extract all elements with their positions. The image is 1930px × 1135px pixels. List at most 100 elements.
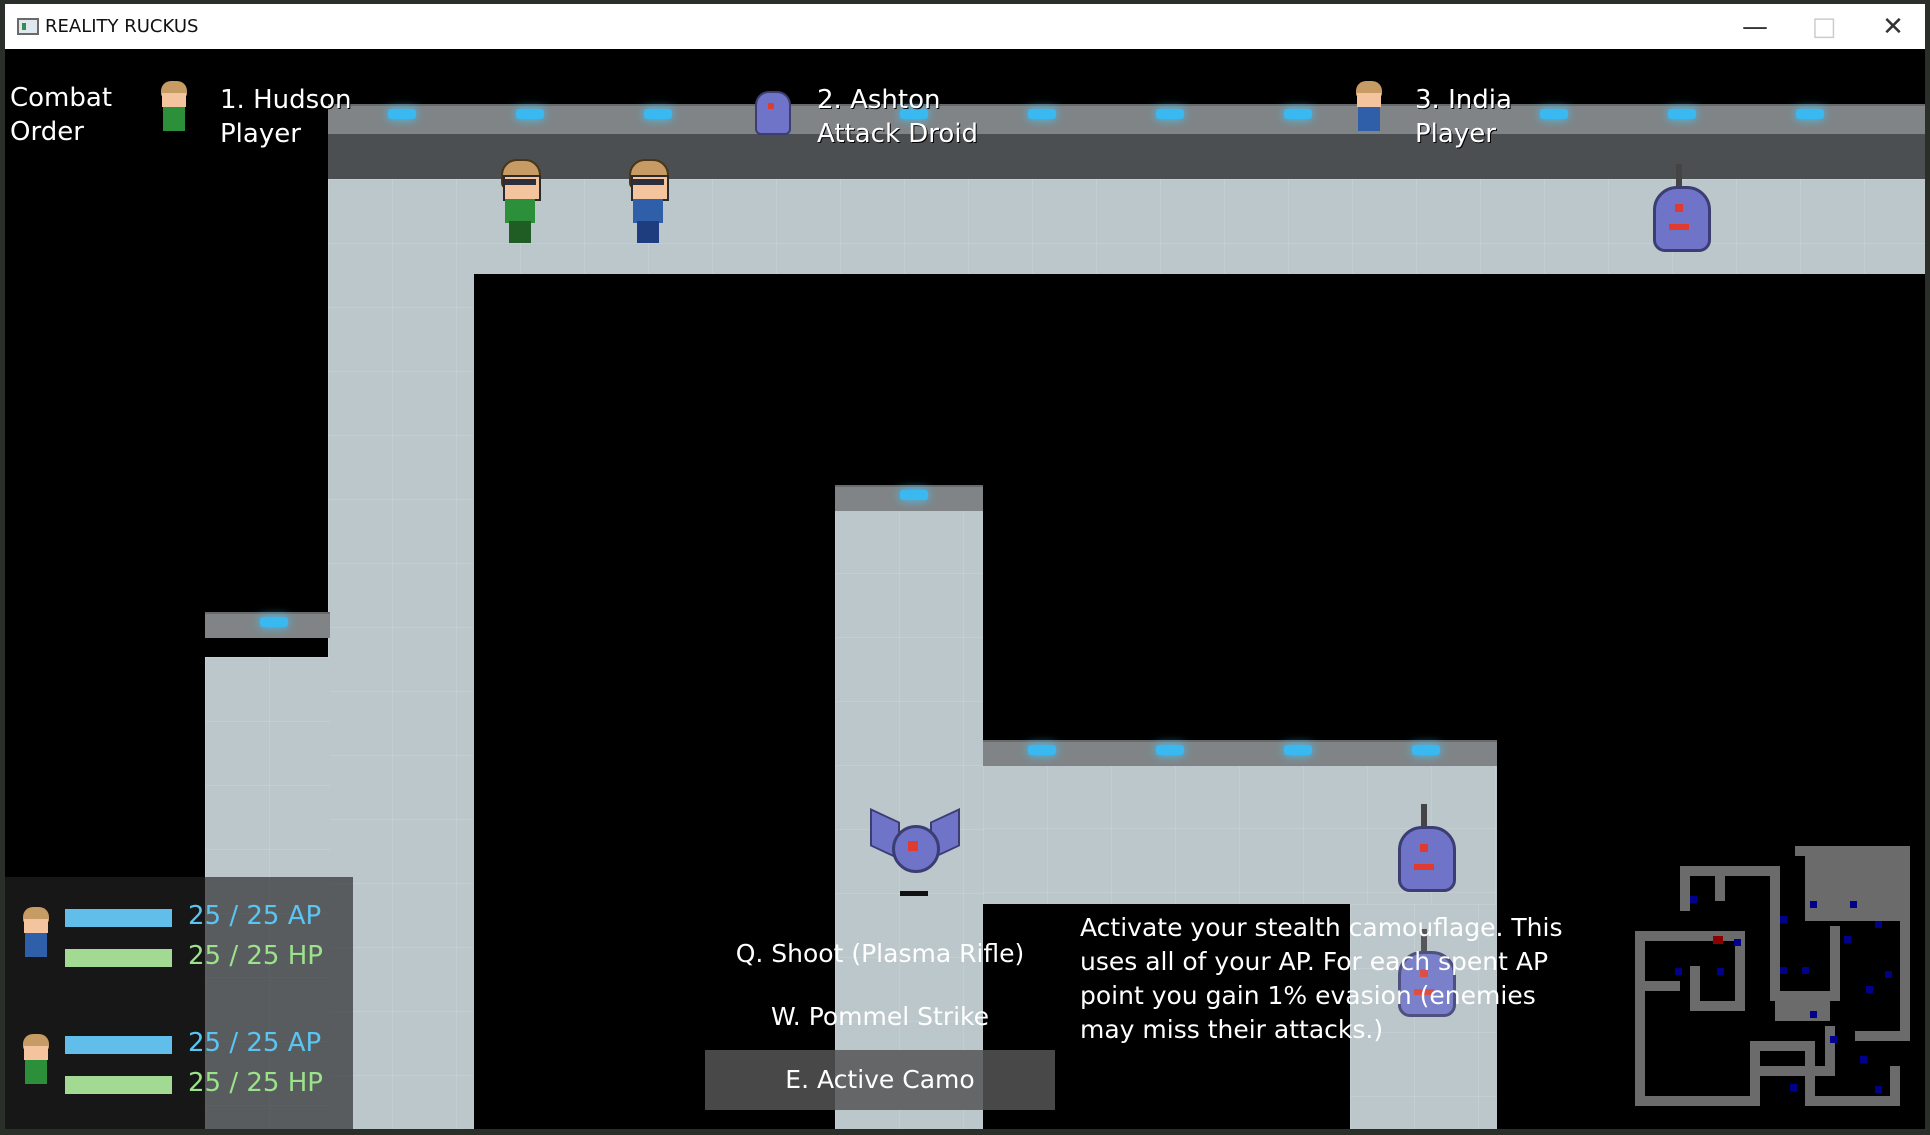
hp-bar — [65, 949, 172, 967]
minimap-marker — [1866, 986, 1873, 993]
combat-order-name-3: 3. India — [1415, 85, 1512, 115]
game-window: REALITY RUCKUS — □ ✕ Combat Order 1. Hud… — [5, 4, 1925, 1129]
flying-droid-sprite[interactable] — [870, 807, 960, 897]
maximize-button[interactable]: □ — [1792, 4, 1856, 49]
droid-shadow — [900, 891, 928, 896]
portrait-body — [25, 933, 47, 957]
portrait-body — [755, 91, 791, 135]
ap-text: 25 / 25 AP — [188, 901, 322, 931]
hp-text: 25 / 25 HP — [188, 941, 323, 971]
portrait-body — [25, 1060, 47, 1084]
wall-light — [1156, 109, 1184, 119]
portrait-eye — [768, 103, 774, 109]
minimap-marker — [1810, 1011, 1817, 1018]
combat-order-role-1: Player — [220, 119, 301, 149]
window-title: REALITY RUCKUS — [45, 16, 199, 37]
combat-order-portrait-india — [1352, 81, 1386, 133]
droid-lights — [1669, 224, 1689, 230]
action-pommel-strike[interactable]: W. Pommel Strike — [705, 987, 1055, 1047]
sprite-body — [633, 199, 663, 223]
sprite-legs — [637, 221, 659, 243]
action-move[interactable]: R. Move — [705, 1113, 1055, 1129]
ap-bar — [65, 909, 172, 927]
app-icon — [17, 18, 39, 35]
wall-light — [1796, 109, 1824, 119]
minimap-marker — [1734, 939, 1741, 946]
minimap-marker — [1875, 921, 1882, 928]
minimap-marker — [1780, 916, 1787, 923]
action-active-camo[interactable]: E. Active Camo — [705, 1050, 1055, 1110]
wall-light — [1412, 745, 1440, 755]
action-description: Activate your stealth camouflage. This u… — [1080, 913, 1563, 1044]
minimap-marker — [1860, 1056, 1867, 1063]
droid-eye — [1675, 204, 1683, 212]
ap-text: 25 / 25 AP — [188, 1028, 322, 1058]
portrait-body — [1358, 107, 1380, 131]
portrait-face — [24, 919, 48, 933]
droid-antenna — [1676, 164, 1682, 186]
minimap-marker — [1675, 968, 1682, 975]
wall-light — [1284, 745, 1312, 755]
portrait-face — [162, 93, 186, 107]
droid-eye — [1420, 844, 1428, 852]
attack-droid-sprite[interactable] — [1390, 804, 1460, 894]
droid-eye — [908, 841, 918, 851]
wall-light — [1668, 109, 1696, 119]
wall-light — [260, 617, 288, 627]
sprite-glasses — [632, 179, 664, 185]
wall-light — [388, 109, 416, 119]
party-status-panel-1[interactable]: 25 / 25 AP 25 / 25 HP — [5, 877, 353, 1004]
combat-order-label: Combat Order — [10, 83, 113, 147]
minimap-room — [1775, 996, 1830, 1021]
wall-light — [1156, 745, 1184, 755]
sprite-legs — [509, 221, 531, 243]
portrait-face — [1357, 93, 1381, 107]
minimap-marker — [1885, 971, 1892, 978]
combat-order-role-2: Attack Droid — [817, 119, 979, 149]
ap-bar — [65, 1036, 172, 1054]
combat-order-portrait-ashton — [753, 81, 791, 135]
minimap-marker — [1717, 968, 1724, 975]
wall-light — [516, 109, 544, 119]
droid-body — [1653, 186, 1711, 252]
title-bar: REALITY RUCKUS — □ ✕ — [5, 4, 1925, 50]
minimap-marker — [1830, 1036, 1837, 1043]
game-canvas[interactable]: Combat Order 1. Hudson Player 2. Ashton … — [5, 49, 1925, 1129]
minimap-marker — [1844, 936, 1851, 943]
wall-light — [900, 490, 928, 500]
minimap-room — [1805, 846, 1905, 921]
combat-order-name-2: 2. Ashton — [817, 85, 941, 115]
party-portrait-india — [19, 907, 53, 959]
action-shoot[interactable]: Q. Shoot (Plasma Rifle) — [705, 924, 1055, 984]
minimap-marker — [1875, 1086, 1882, 1093]
wall-light — [1284, 109, 1312, 119]
attack-droid-sprite[interactable] — [1645, 164, 1715, 254]
wall-light — [1540, 109, 1568, 119]
party-portrait-hudson — [19, 1034, 53, 1086]
portrait-face — [24, 1046, 48, 1060]
wall-light — [1028, 109, 1056, 119]
minimap-marker — [1850, 901, 1857, 908]
portrait-body — [163, 107, 185, 131]
combat-order-name-1: 1. Hudson — [220, 85, 352, 115]
droid-body — [1398, 826, 1456, 892]
wall-light — [644, 109, 672, 119]
sprite-body — [505, 199, 535, 223]
minimap-player-marker — [1713, 936, 1723, 944]
minimap-marker — [1810, 901, 1817, 908]
hp-bar — [65, 1076, 172, 1094]
player-sprite-hudson[interactable] — [493, 159, 549, 245]
wall-light — [1028, 745, 1056, 755]
close-button[interactable]: ✕ — [1861, 4, 1925, 49]
minimize-button[interactable]: — — [1723, 4, 1787, 49]
minimap[interactable] — [1630, 846, 1917, 1121]
combat-order-role-3: Player — [1415, 119, 1496, 149]
minimap-marker — [1790, 1084, 1797, 1091]
droid-antenna — [1421, 804, 1427, 826]
minimap-marker — [1802, 967, 1809, 974]
droid-lights — [1414, 864, 1434, 870]
minimap-marker — [1780, 967, 1787, 974]
sprite-glasses — [504, 179, 536, 185]
player-sprite-india[interactable] — [621, 159, 677, 245]
party-status-panel-2[interactable]: 25 / 25 AP 25 / 25 HP — [5, 1004, 353, 1129]
